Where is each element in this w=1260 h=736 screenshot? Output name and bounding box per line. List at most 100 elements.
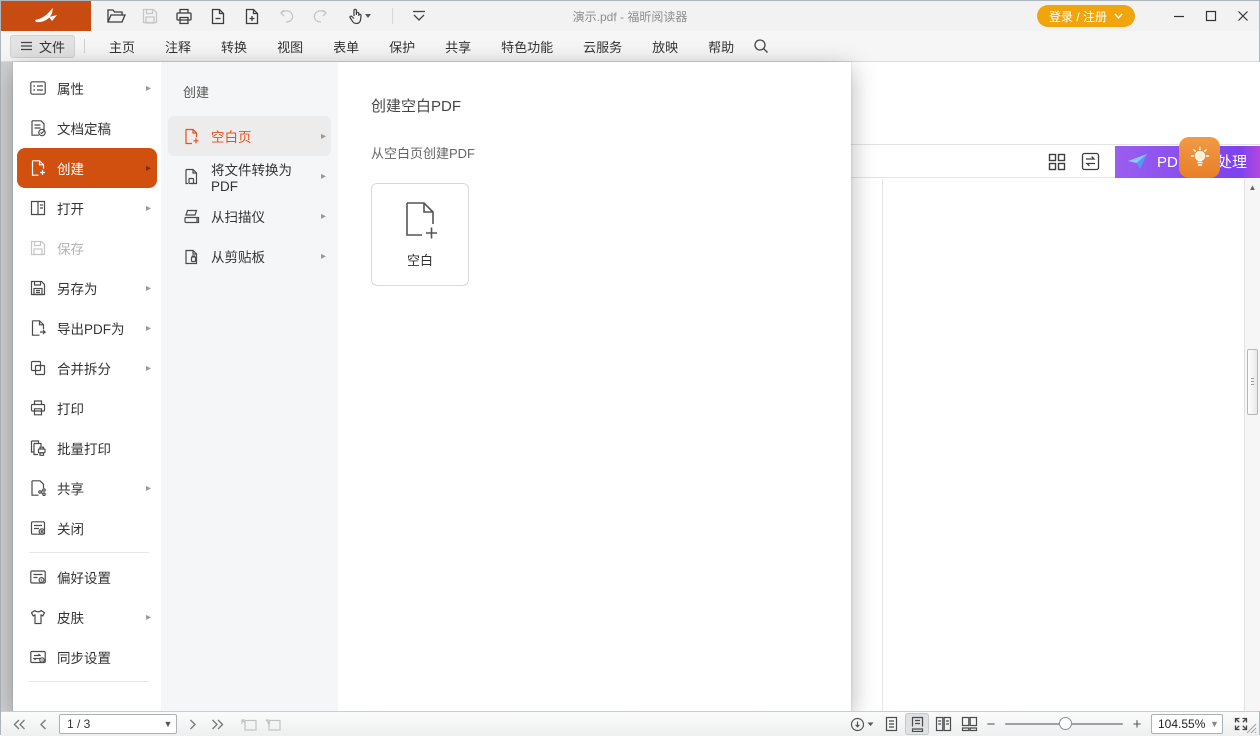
- first-page-icon[interactable]: [7, 713, 31, 735]
- zoom-slider-track[interactable]: [1005, 723, 1123, 725]
- facing-view-icon[interactable]: [931, 713, 955, 735]
- submenu-item-blank-page[interactable]: 空白页 ▸: [168, 116, 331, 156]
- sidebar-item-print[interactable]: 打印: [13, 388, 161, 428]
- next-page-icon[interactable]: [181, 713, 205, 735]
- close-document-icon: [29, 519, 47, 537]
- search-icon[interactable]: [753, 38, 769, 54]
- sidebar-item-skin[interactable]: 皮肤 ▸: [13, 597, 161, 637]
- sidebar-item-save[interactable]: 保存: [13, 228, 161, 268]
- tab-home[interactable]: 主页: [94, 37, 150, 56]
- hand-tool-icon[interactable]: [343, 5, 377, 27]
- tab-comment[interactable]: 注释: [150, 37, 206, 56]
- tab-share[interactable]: 共享: [430, 37, 486, 56]
- close-button[interactable]: [1227, 1, 1259, 31]
- paper-plane-icon: [1127, 152, 1149, 172]
- collapse-toolbar-icon[interactable]: [408, 5, 430, 27]
- tab-features[interactable]: 特色功能: [486, 37, 568, 56]
- undo-icon[interactable]: [275, 5, 297, 27]
- swap-icon[interactable]: [1079, 150, 1103, 174]
- open-folder-icon[interactable]: [105, 5, 127, 27]
- submenu-arrow-icon: ▸: [146, 323, 151, 334]
- tab-view[interactable]: 视图: [262, 37, 318, 56]
- minimize-button[interactable]: [1163, 1, 1195, 31]
- tab-protect[interactable]: 保护: [374, 37, 430, 56]
- menu-item-label: 文档定稿: [57, 118, 111, 138]
- sidebar-item-create[interactable]: 创建 ▸: [17, 148, 157, 188]
- save-icon[interactable]: [139, 5, 161, 27]
- print-icon: [29, 399, 47, 417]
- login-button[interactable]: 登录 / 注册: [1037, 5, 1135, 27]
- convert-file-icon: [183, 168, 200, 185]
- next-view-icon[interactable]: [261, 713, 285, 735]
- tab-cloud[interactable]: 云服务: [568, 37, 637, 56]
- sidebar-item-properties[interactable]: 属性 ▸: [13, 68, 161, 108]
- export-pdf-icon: [29, 319, 47, 337]
- sidebar-item-merge-split[interactable]: 合并拆分 ▸: [13, 348, 161, 388]
- blank-card-label: 空白: [407, 250, 433, 269]
- sidebar-item-export-pdf[interactable]: 导出PDF为 ▸: [13, 308, 161, 348]
- sidebar-item-sync-settings[interactable]: 同步设置: [13, 637, 161, 677]
- page-remove-icon[interactable]: [207, 5, 229, 27]
- app-window: 演示.pdf - 福昕阅读器 登录 / 注册 文件 主页 注释 转换 视: [0, 0, 1260, 735]
- auto-scroll-icon[interactable]: [847, 713, 877, 735]
- tab-help[interactable]: 帮助: [693, 37, 749, 56]
- create-icon: [29, 159, 47, 177]
- submenu-item-from-scanner[interactable]: 从扫描仪 ▸: [161, 196, 338, 236]
- skin-icon: [29, 608, 47, 626]
- sidebar-item-finalize[interactable]: 文档定稿: [13, 108, 161, 148]
- sidebar-item-preferences[interactable]: 偏好设置: [13, 557, 161, 597]
- menu-item-label: 偏好设置: [57, 567, 111, 587]
- menu-item-label: 创建: [57, 158, 84, 178]
- tab-form[interactable]: 表单: [318, 37, 374, 56]
- zoom-slider[interactable]: [1005, 723, 1123, 725]
- page-number-combo[interactable]: 1 / 3 ▼: [59, 714, 177, 734]
- foxit-swoosh-icon: [33, 7, 59, 25]
- save-icon: [29, 239, 47, 257]
- blank-pdf-card[interactable]: 空白: [371, 183, 469, 286]
- submenu-item-from-clipboard[interactable]: 从剪贴板 ▸: [161, 236, 338, 276]
- facing-continuous-view-icon[interactable]: [957, 713, 981, 735]
- print-icon[interactable]: [173, 5, 195, 27]
- vertical-scrollbar[interactable]: ▲: [1244, 179, 1260, 711]
- login-label: 登录 / 注册: [1049, 8, 1107, 25]
- sidebar-item-open[interactable]: 打开 ▸: [13, 188, 161, 228]
- scanner-icon: [183, 208, 200, 225]
- submenu-arrow-icon: ▸: [321, 131, 326, 142]
- sidebar-item-close[interactable]: 关闭: [13, 508, 161, 548]
- previous-page-icon[interactable]: [31, 713, 55, 735]
- zoom-level-combo[interactable]: 104.55% ▼: [1151, 714, 1223, 734]
- zoom-in-icon[interactable]: +: [1129, 716, 1145, 733]
- zoom-out-icon[interactable]: −: [983, 716, 999, 733]
- toolbar-separator: [392, 8, 393, 24]
- submenu-item-label: 空白页: [211, 126, 252, 146]
- continuous-view-icon[interactable]: [905, 713, 929, 735]
- file-menu-button[interactable]: 文件: [10, 35, 75, 58]
- sidebar-item-save-as[interactable]: 另存为 ▸: [13, 268, 161, 308]
- maximize-button[interactable]: [1195, 1, 1227, 31]
- zoom-slider-knob[interactable]: [1059, 717, 1072, 730]
- tab-slideshow[interactable]: 放映: [637, 37, 693, 56]
- menu-item-label: 保存: [57, 238, 84, 258]
- submenu-item-convert-file[interactable]: 将文件转换为PDF ▸: [161, 156, 338, 196]
- assistant-lightbulb-button[interactable]: [1179, 137, 1220, 178]
- resize-grip[interactable]: [1245, 722, 1257, 734]
- tab-convert[interactable]: 转换: [206, 37, 262, 56]
- sidebar-item-share[interactable]: 共享 ▸: [13, 468, 161, 508]
- submenu-arrow-icon: ▸: [146, 483, 151, 494]
- submenu-arrow-icon: ▸: [321, 211, 326, 222]
- submenu-arrow-icon: ▸: [146, 163, 151, 174]
- submenu-arrow-icon: ▸: [321, 251, 326, 262]
- single-page-view-icon[interactable]: [879, 713, 903, 735]
- menu-item-label: 批量打印: [57, 438, 111, 458]
- submenu-arrow-icon: ▸: [146, 203, 151, 214]
- previous-view-icon[interactable]: [237, 713, 261, 735]
- scroll-up-icon[interactable]: ▲: [1245, 179, 1260, 195]
- scrollbar-thumb[interactable]: [1247, 349, 1258, 415]
- grid-view-icon[interactable]: [1045, 150, 1069, 174]
- open-icon: [29, 199, 47, 217]
- last-page-icon[interactable]: [205, 713, 229, 735]
- page-add-icon[interactable]: [241, 5, 263, 27]
- sidebar-item-batch-print[interactable]: 批量打印: [13, 428, 161, 468]
- redo-icon[interactable]: [309, 5, 331, 27]
- blank-page-large-icon: [402, 201, 438, 241]
